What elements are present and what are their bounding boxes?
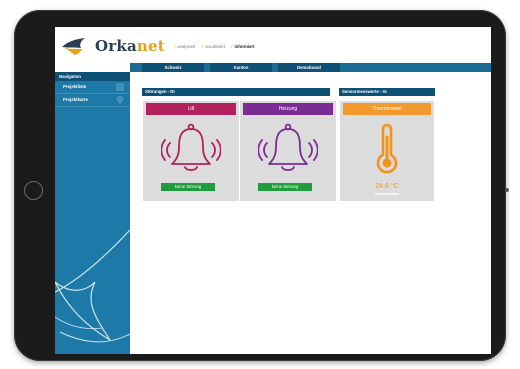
bell-ringing-icon [258, 123, 318, 171]
thermometer-icon [376, 123, 398, 174]
temperature-value: 24.6 °C [375, 183, 399, 190]
status-badge-ok: keine Störung [258, 183, 312, 191]
card-lift[interactable]: Lift keine Störung [143, 101, 239, 201]
tab-demoboard[interactable]: Demoboard [278, 63, 340, 72]
logo-text: Orkanet [95, 37, 165, 55]
card-title: Lift [146, 103, 236, 115]
reading-indicator [375, 193, 399, 195]
sidebar-item-label: Projektkarte [63, 97, 88, 102]
status-badge-ok: keine Störung [161, 183, 215, 191]
card-heizung[interactable]: Heizung keine Störung [240, 101, 336, 201]
logo[interactable]: Orkanet [61, 33, 165, 59]
card-title: Thermometer [343, 103, 431, 115]
card-title: Heizung [243, 103, 333, 115]
sidebar-item-projektkarte[interactable]: Projektkarte [55, 94, 130, 107]
bell-ringing-icon [161, 123, 221, 171]
app-screen: Orkanet / analysiert / visualisiert / infor… [55, 27, 491, 354]
camera-dot [505, 188, 509, 192]
panel-stoerungen-header: Störungen - DI [142, 88, 330, 96]
logo-orca-icon [62, 38, 85, 55]
tab-kanton[interactable]: Kanton [210, 63, 272, 72]
sidebar-decoration [55, 229, 130, 343]
card-thermometer[interactable]: Thermometer 24.6 °C [340, 101, 434, 201]
tagline: / analysiert / visualisiert / informiert [174, 44, 255, 49]
sidebar: Navigation Projektliste Projektkarte [55, 72, 130, 354]
panel-sensoren-header: Sensormesswerte - AI [339, 88, 435, 96]
top-navigation: Schweiz Kanton Demoboard [130, 63, 491, 72]
tab-schweiz[interactable]: Schweiz [142, 63, 204, 72]
home-button[interactable] [24, 181, 43, 200]
sidebar-heading: Navigation [55, 72, 130, 81]
list-icon [116, 83, 124, 91]
sidebar-item-label: Projektliste [63, 84, 87, 89]
map-pin-icon [117, 96, 123, 104]
sidebar-item-projektliste[interactable]: Projektliste [55, 81, 130, 94]
